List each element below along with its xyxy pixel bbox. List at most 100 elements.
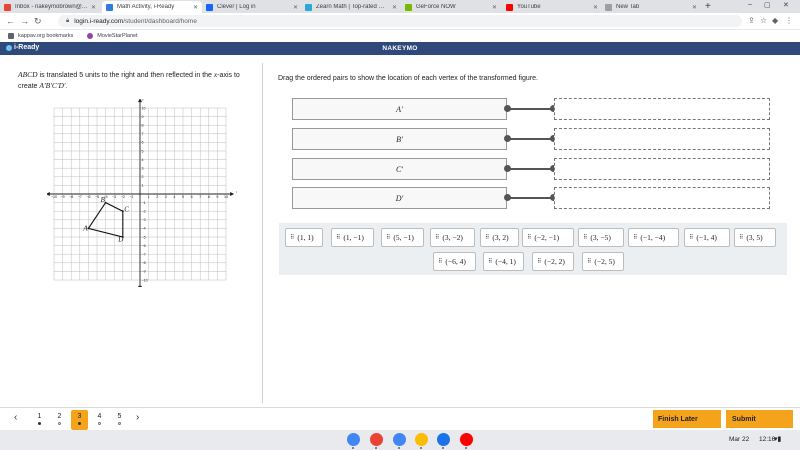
share-icon[interactable]: ⇪ bbox=[748, 17, 755, 25]
finish-later-button[interactable]: Finish Later bbox=[653, 410, 721, 428]
extensions-icon[interactable]: ◆ bbox=[772, 17, 778, 25]
y-tick-label: 1 bbox=[142, 184, 144, 188]
tab-title: GeForce NOW bbox=[416, 4, 456, 10]
answer-choice-tray: ⠿ (1, 1) ⠿ (1, −1) ⠿ (5, −1) ⠿ (3, −2) ⠿ (3, 2) ⠿(… bbox=[279, 223, 787, 275]
ordered-pair-chip[interactable]: ⠿ (−2, 2) bbox=[532, 252, 574, 271]
y-tick-label: 2 bbox=[142, 175, 144, 179]
ordered-pair-chip[interactable]: ⠿ (−2, 5) bbox=[582, 252, 624, 271]
maximize-icon[interactable]: ▢ bbox=[764, 1, 771, 9]
zearn-icon bbox=[305, 3, 312, 11]
question-2-button[interactable]: 2 bbox=[51, 410, 68, 430]
close-window-icon[interactable]: ✕ bbox=[783, 1, 789, 9]
ordered-pair-chip[interactable]: ⠿ (3, 5) bbox=[734, 228, 776, 247]
files-icon[interactable] bbox=[437, 433, 450, 446]
bookmarks-bar: kappav.org bookmarks MovieStarPlanet bbox=[0, 30, 800, 42]
close-tab-icon[interactable]: ✕ bbox=[293, 4, 298, 11]
question-1-button[interactable]: 1 bbox=[31, 410, 48, 430]
reload-icon[interactable]: ↻ bbox=[34, 16, 42, 26]
question-3-button[interactable]: 3 bbox=[71, 410, 88, 430]
y-tick-label: −8 bbox=[142, 261, 146, 265]
chrome-icon bbox=[605, 3, 612, 11]
x-tick-label: −10 bbox=[51, 195, 57, 199]
ordered-pair-chip[interactable]: ⠿ (1, −1) bbox=[331, 228, 374, 247]
ordered-pair-chip[interactable]: ⠿ (−6, 4) bbox=[433, 252, 476, 271]
ordered-pair-chip[interactable]: ⠿ (1, 1) bbox=[285, 228, 323, 247]
close-tab-icon[interactable]: ✕ bbox=[193, 4, 198, 11]
bookmark-moviestarplanet[interactable]: MovieStarPlanet bbox=[87, 33, 138, 39]
browser-tab[interactable]: GeForce NOW ✕ bbox=[401, 1, 501, 13]
vertex-label: B′ bbox=[292, 128, 507, 150]
iready-header: i-Ready NAKEYMO bbox=[0, 42, 800, 55]
x-tick-label: 8 bbox=[208, 195, 210, 199]
close-tab-icon[interactable]: ✕ bbox=[392, 4, 397, 11]
battery-wifi-icon[interactable]: ▾▮ bbox=[774, 435, 781, 443]
y-tick-label: −9 bbox=[142, 270, 146, 274]
browser-tab[interactable]: Math Activity, i-Ready ✕ bbox=[102, 1, 202, 13]
ordered-pair-chip[interactable]: ⠿ (−4, 1) bbox=[483, 252, 524, 271]
drop-zone[interactable] bbox=[554, 128, 770, 150]
x-tick-label: 5 bbox=[182, 195, 184, 199]
bookmark-star-icon[interactable]: ☆ bbox=[760, 17, 767, 25]
drop-zone[interactable] bbox=[554, 187, 770, 209]
menu-icon[interactable]: ⋮ bbox=[785, 17, 793, 25]
y-tick-label: −7 bbox=[142, 253, 146, 257]
x-tick-label: 1 bbox=[148, 195, 150, 199]
shelf-time[interactable]: 12:16 bbox=[759, 436, 775, 443]
drop-zone[interactable] bbox=[554, 158, 770, 180]
close-tab-icon[interactable]: ✕ bbox=[91, 4, 96, 11]
back-icon[interactable]: ← bbox=[6, 16, 15, 26]
x-axis-label: x bbox=[235, 189, 237, 194]
chip-label: (5, −1) bbox=[393, 233, 414, 242]
y-tick-label: −3 bbox=[142, 218, 146, 222]
ordered-pair-chip[interactable]: ⠿ (−1, −4) bbox=[628, 228, 679, 247]
drop-zone[interactable] bbox=[554, 98, 770, 120]
x-tick-label: −3 bbox=[112, 195, 116, 199]
slides-icon[interactable] bbox=[415, 433, 428, 446]
minimize-icon[interactable]: – bbox=[748, 1, 752, 8]
new-tab-icon[interactable]: + bbox=[705, 1, 711, 12]
chip-label: (1, 1) bbox=[297, 233, 314, 242]
ordered-pair-chip[interactable]: ⠿ (−2, −1) bbox=[522, 228, 574, 247]
question-number: 5 bbox=[117, 413, 122, 420]
browser-tab[interactable]: Inbox - nakeymobrown@kappa...✕ bbox=[0, 1, 100, 13]
running-indicator bbox=[398, 447, 400, 449]
question-5-button[interactable]: 5 bbox=[111, 410, 128, 430]
chrome-icon[interactable] bbox=[347, 433, 360, 446]
y-tick-label: −2 bbox=[142, 210, 146, 214]
browser-tab[interactable]: Clever | Log in ✕ bbox=[202, 1, 302, 13]
chip-label: (−6, 4) bbox=[445, 257, 466, 266]
ordered-pair-chip[interactable]: ⠿ (5, −1) bbox=[381, 228, 424, 247]
forward-icon[interactable]: → bbox=[20, 16, 29, 26]
x-tick-label: 4 bbox=[173, 195, 175, 199]
tab-title: New Tab bbox=[616, 4, 640, 10]
question-4-button[interactable]: 4 bbox=[91, 410, 108, 430]
drag-handle-icon: ⠿ bbox=[290, 234, 295, 241]
ordered-pair-chip[interactable]: ⠿ (−1, 4) bbox=[684, 228, 730, 247]
y-tick-label: 9 bbox=[142, 115, 144, 119]
next-arrow-icon[interactable]: › bbox=[136, 412, 139, 423]
youtube-icon[interactable] bbox=[460, 433, 473, 446]
question-status-dot bbox=[78, 422, 81, 425]
ordered-pair-chip[interactable]: ⠿ (3, −2) bbox=[430, 228, 475, 247]
submit-button[interactable]: Submit bbox=[726, 410, 793, 428]
previous-arrow-icon[interactable]: ‹ bbox=[14, 412, 17, 423]
browser-tab[interactable]: New Tab ✕ bbox=[601, 1, 701, 13]
close-tab-icon[interactable]: ✕ bbox=[692, 4, 697, 11]
browser-tab-strip: Inbox - nakeymobrown@kappa...✕Math Activ… bbox=[0, 0, 800, 13]
bookmark-kappav[interactable]: kappav.org bookmarks bbox=[8, 33, 73, 39]
x-tick-label: 2 bbox=[156, 195, 158, 199]
gmail-icon[interactable] bbox=[370, 433, 383, 446]
url-path: /student/dashboard/home bbox=[123, 17, 197, 25]
ordered-pair-chip[interactable]: ⠿ (3, 2) bbox=[480, 228, 519, 247]
running-indicator bbox=[352, 447, 354, 449]
docs-icon[interactable] bbox=[393, 433, 406, 446]
running-indicator bbox=[465, 447, 467, 449]
close-tab-icon[interactable]: ✕ bbox=[593, 4, 598, 11]
close-tab-icon[interactable]: ✕ bbox=[492, 4, 497, 11]
address-bar[interactable]: 🔒︎ login.i-ready.com/student/dashboard/h… bbox=[58, 15, 742, 27]
browser-tab[interactable]: Zearn Math | Top-rated Math Le...✕ bbox=[301, 1, 401, 13]
shelf-date[interactable]: Mar 22 bbox=[729, 436, 749, 443]
ordered-pair-chip[interactable]: ⠿ (3, −5) bbox=[578, 228, 624, 247]
chip-label: (−4, 1) bbox=[495, 257, 516, 266]
browser-tab[interactable]: YouTube ✕ bbox=[502, 1, 602, 13]
